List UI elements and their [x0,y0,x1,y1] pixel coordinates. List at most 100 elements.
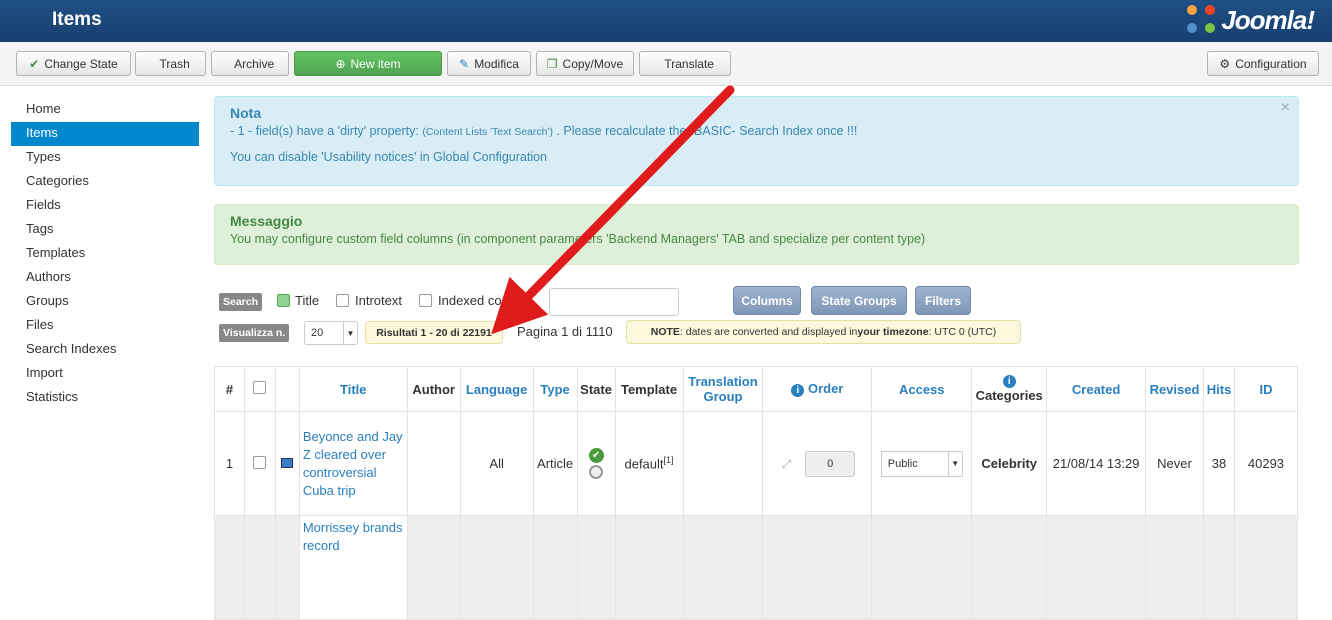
sidebar-item-files[interactable]: Files [11,314,199,338]
monitor-icon [281,458,294,468]
drag-handle-icon[interactable]: ⤢ [780,457,794,471]
translate-button[interactable]: Translate [639,51,731,76]
column-type[interactable]: Type [532,366,578,412]
select-all-checkbox[interactable] [253,381,267,394]
row-id: 40293 [1233,411,1299,516]
sidebar-item-items[interactable]: Items [11,122,199,146]
page-indicator: Pagina 1 di 1110 [517,324,613,339]
column-state: State [576,366,616,412]
state-groups-button[interactable]: State Groups [811,286,907,315]
column-id[interactable]: ID [1233,366,1299,412]
translate-icon [656,57,659,71]
sidebar-item-statistics[interactable]: Statistics [11,386,199,410]
table-row: Morrissey brands record [214,515,1299,620]
introtext-checkbox[interactable] [336,294,349,307]
title-checkbox-label: Title [295,293,320,308]
table-row: 1 Beyonce and Jay Z cleared over controv… [214,411,1299,516]
row-revised: Never [1145,411,1204,516]
row-checkbox[interactable] [253,455,267,469]
configuration-button[interactable]: ⚙ Configuration [1207,51,1319,76]
display-count-select[interactable]: 20 ▼ [304,321,358,345]
column-title[interactable]: Title [298,366,408,412]
copy-move-button[interactable]: ❐ Copy/Move [536,51,634,76]
info-icon: i [791,384,805,397]
search-tag: Search [219,293,263,311]
message-text: You may configure custom field columns (… [230,232,926,246]
notice-line-1: - 1 - field(s) have a 'dirty' property: … [230,124,858,138]
introtext-checkbox-label: Introtext [355,293,402,308]
column-access[interactable]: Access [871,366,973,412]
trash-button[interactable]: Trash [135,51,206,76]
message-title: Messaggio [230,213,303,229]
column-language[interactable]: Language [459,366,534,412]
row-title-link[interactable]: Beyonce and Jay Z cleared over controver… [298,411,408,516]
sidebar-item-home[interactable]: Home [11,98,199,122]
indexed-content-checkbox[interactable] [419,294,432,307]
display-count-tag: Visualizza n. [219,324,290,342]
sidebar-item-categories[interactable]: Categories [11,170,199,194]
message-alert: Messaggio You may configure custom field… [214,204,1299,265]
column-order[interactable]: i Order [762,366,873,412]
row-icon-cell [274,411,300,516]
clock-icon [589,465,604,479]
column-hits[interactable]: Hits [1202,366,1235,412]
check-icon: ✔ [29,56,40,71]
sidebar-item-types[interactable]: Types [11,146,199,170]
gear-icon: ⚙ [1219,56,1231,71]
results-count: Risultati 1 - 20 di 22191 [365,321,503,344]
sidebar-item-import[interactable]: Import [11,362,199,386]
row-state: ✔ [576,411,616,516]
info-icon: i [1002,375,1016,388]
table-header-row: # Title Author Language Type State Templ… [214,366,1299,412]
row-categories[interactable]: Celebrity [971,411,1048,516]
display-count-value: 20 [311,327,324,339]
sidebar-item-authors[interactable]: Authors [11,266,199,290]
sidebar-item-fields[interactable]: Fields [11,194,199,218]
row-translation-group [682,411,764,516]
indexed-content-checkbox-label: Indexed content [438,293,531,308]
row-template: default[1] [614,411,684,516]
row-hits: 38 [1202,411,1235,516]
notice-line-2: You can disable 'Usability notices' in G… [230,150,547,164]
column-icon [274,366,300,412]
copy-icon: ❐ [546,56,558,71]
order-input[interactable]: 0 [805,450,856,477]
new-item-button[interactable]: ⊕ New item [294,51,442,76]
sidebar-item-groups[interactable]: Groups [11,290,199,314]
column-template: Template [614,366,684,412]
sidebar-item-tags[interactable]: Tags [11,218,199,242]
edit-button[interactable]: ✎ Modifica [447,51,531,76]
search-input[interactable] [549,288,679,316]
close-icon[interactable]: × [1281,99,1290,117]
column-revised[interactable]: Revised [1145,366,1204,412]
published-check-icon[interactable]: ✔ [588,448,604,463]
row-type: Article [532,411,578,516]
column-categories: i Categories [971,366,1048,412]
column-number: # [214,366,245,412]
sidebar-item-templates[interactable]: Templates [11,242,199,266]
joomla-logo[interactable]: Joomla! [1187,3,1315,37]
archive-button[interactable]: Archive [211,51,289,76]
title-checkbox[interactable] [277,294,290,307]
sidebar-item-search-indexes[interactable]: Search Indexes [11,338,199,362]
row-number: 1 [214,411,245,516]
column-author: Author [406,366,461,412]
row-created: 21/08/14 13:29 [1046,411,1147,516]
chevron-down-icon: ▼ [343,322,357,344]
app-header: Items Joomla! [0,0,1332,42]
row-language: All [459,411,534,516]
columns-button[interactable]: Columns [733,286,801,315]
filters-button[interactable]: Filters [915,286,971,315]
toolbar: ✔ Change State Trash Archive ⊕ New item ✎ M… [0,42,1332,86]
row-select [243,411,276,516]
row-title-link[interactable]: Morrissey brands record [298,515,408,620]
sidebar: Home Items Types Categories Fields Tags … [11,98,199,410]
column-created[interactable]: Created [1046,366,1147,412]
access-select[interactable]: Public ▼ [880,450,963,477]
change-state-button[interactable]: ✔ Change State [16,51,131,76]
notice-title: Nota [230,105,262,121]
items-table: # Title Author Language Type State Templ… [214,366,1299,620]
column-translation-group[interactable]: Translation Group [682,366,764,412]
joomla-logo-text: Joomla! [1221,4,1315,35]
row-order: ⤢ 0 [762,411,873,516]
